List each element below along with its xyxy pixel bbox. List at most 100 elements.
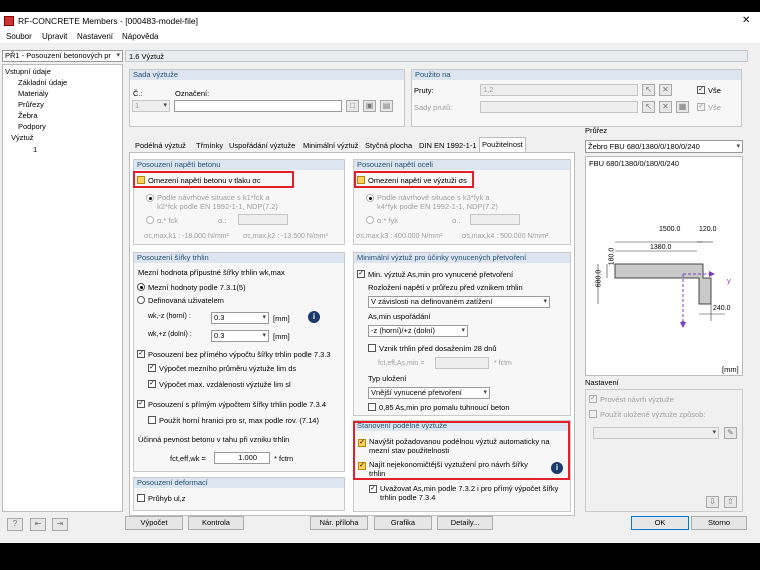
import-icon[interactable]: ⇧: [724, 496, 737, 508]
sada-no-select[interactable]: 1: [132, 100, 170, 112]
ocel-limit-highlight: [354, 171, 474, 188]
trhliny-c2-checkbox[interactable]: ✓: [137, 400, 145, 408]
vznik-checkbox[interactable]: [368, 344, 376, 352]
tab-podelna[interactable]: Podélná výztuž: [133, 139, 188, 152]
vypocet-button[interactable]: Výpočet: [125, 516, 183, 530]
detaily-button[interactable]: Detaily...: [437, 516, 493, 530]
main-window: RF-CONCRETE Members - [000483-model-file…: [0, 12, 760, 543]
tab-usporadani[interactable]: Uspořádání výztuže: [227, 139, 297, 152]
nastaveni-select[interactable]: [593, 427, 719, 439]
info-icon[interactable]: i: [308, 311, 320, 323]
grafika-button[interactable]: Grafika: [374, 516, 432, 530]
sady-pick-icon[interactable]: ↖: [642, 101, 655, 113]
fct-asmin-input[interactable]: [435, 357, 489, 369]
ocel-r2-radio[interactable]: [366, 216, 374, 224]
pruty-vse-checkbox[interactable]: ✓: [697, 86, 705, 94]
nastaveni-edit-icon[interactable]: ✎: [724, 427, 737, 439]
tab-din[interactable]: DIN EN 1992-1-1: [417, 139, 479, 152]
wk-dolni-select[interactable]: 0.3: [211, 330, 269, 342]
stanoveni-c3-checkbox[interactable]: ✓: [369, 485, 377, 493]
sada-no-label: Č.:: [133, 89, 143, 98]
case-select[interactable]: PŘ1 - Posouzení betonových pr: [2, 50, 123, 62]
stanoveni-info-icon[interactable]: i: [551, 462, 563, 474]
tab-pouzitelnost[interactable]: Použitelnost: [479, 137, 526, 153]
usp-select[interactable]: -z (horní)/+z (dolní): [368, 325, 468, 337]
wk-dolni-unit: [mm]: [273, 332, 290, 341]
beton-alpha-input[interactable]: [238, 214, 288, 225]
sady-vse-checkbox[interactable]: ✓: [697, 103, 705, 111]
tree-root[interactable]: Vstupní údaje: [5, 67, 51, 76]
tree-item-materialy[interactable]: Materiály: [18, 89, 48, 98]
sada-delete-icon[interactable]: ▤: [380, 100, 393, 112]
trhliny-r1-radio[interactable]: [137, 283, 145, 291]
help-icon[interactable]: ?: [7, 518, 23, 531]
tree-item-zebra[interactable]: Žebra: [18, 111, 38, 120]
menu-upravit[interactable]: Upravit: [42, 32, 67, 41]
rozloz-label: Rozložení napětí v průřezu před vznikem …: [368, 283, 523, 292]
sada-copy-icon[interactable]: ▣: [363, 100, 376, 112]
sada-group: Sada výztuže: [129, 69, 405, 127]
typ-select[interactable]: Vnější vynucené přetvoření: [368, 387, 490, 399]
tab-trminky[interactable]: Třmínky: [194, 139, 225, 152]
pruty-pick-icon[interactable]: ↖: [642, 84, 655, 96]
export-icon[interactable]: ⇩: [706, 496, 719, 508]
pruty-input[interactable]: 1,2: [480, 84, 638, 96]
storno-button[interactable]: Storno: [691, 516, 747, 530]
menu-nastaveni[interactable]: Nastavení: [77, 32, 113, 41]
trhliny-c2a-checkbox[interactable]: [148, 416, 156, 424]
title-bar: RF-CONCRETE Members - [000483-model-file…: [0, 12, 760, 30]
prurez-select[interactable]: Žebro FBU 680/1380/0/180/0/240: [585, 140, 743, 153]
wk-horni-select[interactable]: 0.3: [211, 312, 269, 324]
ocel-v1: σs,max,k3 : 400.000 N/mm²: [356, 233, 443, 240]
next-icon[interactable]: ⇥: [52, 518, 68, 531]
beton-r2-radio[interactable]: [146, 216, 154, 224]
trhliny-c1-checkbox[interactable]: ✓: [137, 350, 145, 358]
sady-clear-icon[interactable]: ✕: [659, 101, 672, 113]
nastaveni-c2-checkbox[interactable]: [589, 410, 597, 418]
beton-r1a: Podle návrhové situace s k1*fck a: [157, 193, 270, 202]
deformace-checkbox[interactable]: [137, 494, 145, 502]
stanoveni-c1-checkbox[interactable]: ✓: [358, 439, 366, 447]
sada-new-icon[interactable]: □: [346, 100, 359, 112]
sady-input[interactable]: [480, 101, 638, 113]
ocel-r1b: k4*fyk podle EN 1992-1-1, NDP(7.2): [377, 202, 498, 211]
nastaveni-c2-label: Použít uložené výztuže způsob:: [600, 410, 706, 419]
close-icon[interactable]: ✕: [742, 15, 750, 26]
ocel-r1-radio[interactable]: [366, 194, 374, 202]
axis-y: y: [727, 276, 731, 285]
beton-v1: σc,max,k1 : -18.000 N/mm²: [144, 233, 229, 240]
stanoveni-c2-checkbox[interactable]: ✓: [358, 462, 366, 470]
c085-checkbox[interactable]: [368, 403, 376, 411]
trhliny-c1a-checkbox[interactable]: ✓: [148, 364, 156, 372]
kontrola-button[interactable]: Kontrola: [188, 516, 244, 530]
tree-item-podpory[interactable]: Podpory: [18, 122, 46, 131]
trhliny-c1b-checkbox[interactable]: ✓: [148, 380, 156, 388]
beton-r1-radio[interactable]: [146, 194, 154, 202]
ok-button[interactable]: OK: [631, 516, 689, 530]
nar-priloha-button[interactable]: Nár. příloha: [310, 516, 368, 530]
sady-vse-label: Vše: [708, 103, 721, 112]
menu-soubor[interactable]: Soubor: [6, 32, 32, 41]
fct-input[interactable]: 1.000: [214, 452, 270, 464]
tree-item-vyztuz[interactable]: Výztuž: [11, 133, 34, 142]
rozloz-select[interactable]: V závislosti na definovaném zatížení: [368, 296, 550, 308]
sady-new-icon[interactable]: ▦: [676, 101, 689, 113]
beton-alpha-label: α.:: [218, 216, 227, 225]
app-icon: [4, 16, 14, 26]
trhliny-r2-radio[interactable]: [137, 296, 145, 304]
sada-name-input[interactable]: [174, 100, 342, 112]
tab-minimalni[interactable]: Minimální výztuž: [301, 139, 360, 152]
ocel-alpha-input[interactable]: [470, 214, 520, 225]
nastaveni-c1-checkbox[interactable]: ✓: [589, 395, 597, 403]
tree-item-prurezy[interactable]: Průřezy: [18, 100, 44, 109]
pruty-vse-label: Vše: [708, 86, 721, 95]
tree-item-1[interactable]: 1: [33, 145, 37, 154]
menu-napoveda[interactable]: Nápověda: [122, 32, 158, 41]
minvyz-checkbox[interactable]: ✓: [357, 270, 365, 278]
prev-icon[interactable]: ⇤: [30, 518, 46, 531]
tab-stycna[interactable]: Styčná plocha: [363, 139, 414, 152]
tree-item-zakladni[interactable]: Základní údaje: [18, 78, 67, 87]
sada-title: Sada výztuže: [130, 70, 404, 80]
beton-r2-label: α.* fck: [157, 216, 179, 225]
pruty-clear-icon[interactable]: ✕: [659, 84, 672, 96]
